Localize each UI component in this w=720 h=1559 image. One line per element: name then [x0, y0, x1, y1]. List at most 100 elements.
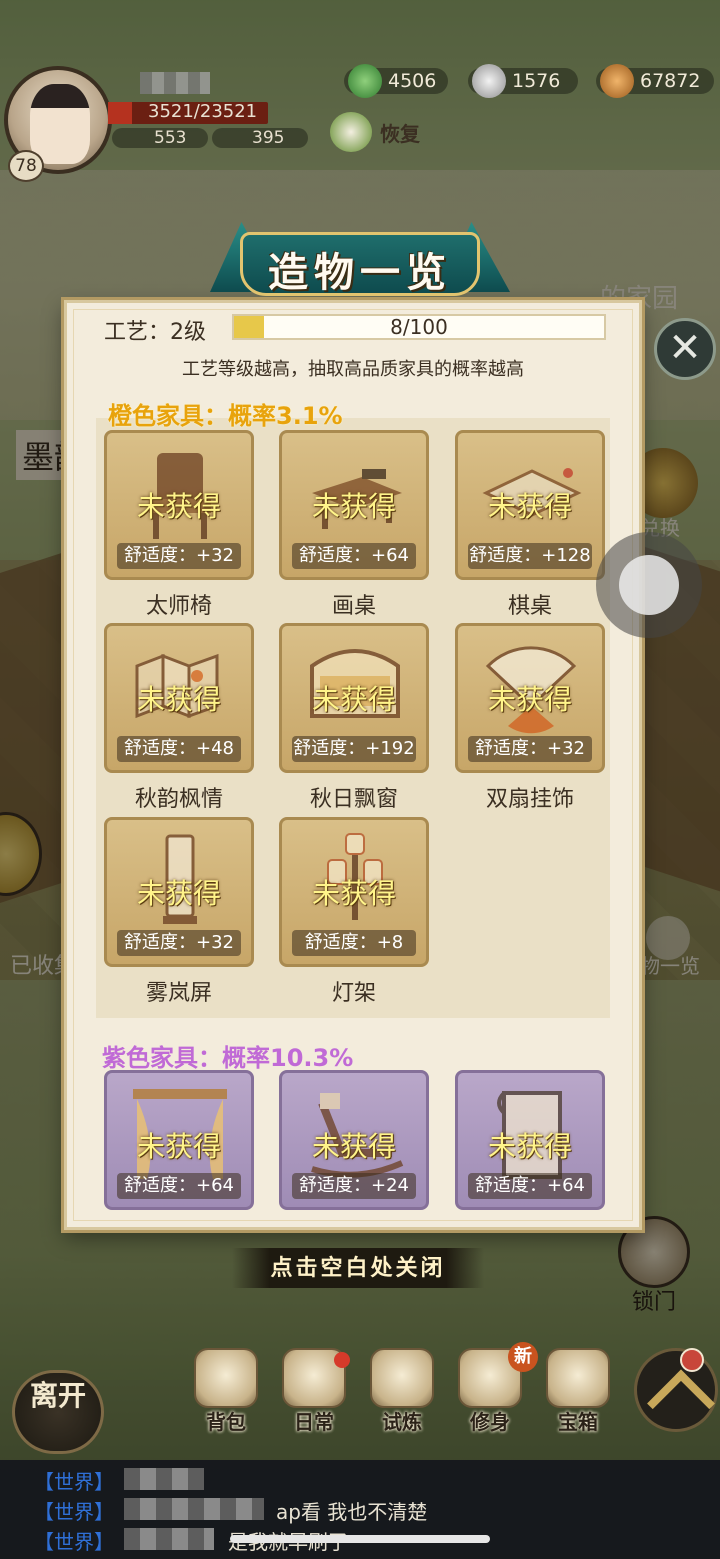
furniture-card[interactable]: 未获得 舒适度：+192 — [279, 623, 429, 773]
furniture-card[interactable]: 未获得 舒适度：+64 — [279, 430, 429, 580]
furniture-card[interactable]: 未获得 舒适度：+24 — [279, 1070, 429, 1210]
card-status: 未获得 — [136, 490, 221, 523]
bag-icon — [194, 1348, 258, 1408]
chat-name-blurred — [124, 1468, 204, 1490]
steamed-bun-icon — [330, 112, 372, 152]
player-name-blurred — [140, 72, 210, 94]
furniture-card[interactable]: 未获得 舒适度：+32 — [104, 817, 254, 967]
chat-message: ap看 我也不清楚 — [276, 1500, 428, 1524]
craft-hint: 工艺等级越高，抽取高品质家具的概率越高 — [182, 359, 524, 380]
card-status: 未获得 — [311, 683, 396, 716]
card-name: 秋韵枫情 — [134, 787, 223, 812]
coins-value: 67872 — [640, 70, 701, 92]
stat-b-value: 395 — [252, 128, 285, 148]
restore-label: 恢复 — [380, 122, 420, 146]
jade-value: 4506 — [388, 70, 437, 92]
card-comfort: 舒适度：+128 — [468, 543, 592, 569]
card-comfort: 舒适度：+48 — [117, 736, 241, 762]
card-name: 雾岚屏 — [145, 981, 212, 1006]
mail-notification-icon[interactable] — [680, 1348, 704, 1372]
chat-channel-tag: 【世界】 — [34, 1470, 114, 1494]
furniture-card[interactable]: 未获得 舒适度：+8 — [279, 817, 429, 967]
card-name: 棋桌 — [507, 594, 552, 619]
card-status: 未获得 — [136, 683, 221, 716]
chat-channel-tag: 【世界】 — [34, 1500, 114, 1524]
new-badge: 新 — [508, 1342, 538, 1372]
hp-text: 3521/23521 — [148, 101, 258, 122]
card-comfort: 舒适度：+64 — [292, 543, 416, 569]
silver-value: 1576 — [512, 70, 561, 92]
coins-icon — [600, 64, 634, 98]
stat-a-value: 553 — [154, 128, 187, 148]
close-icon: ✕ — [668, 325, 702, 371]
card-comfort: 舒适度：+192 — [292, 736, 416, 762]
card-comfort: 舒适度：+64 — [468, 1173, 592, 1199]
furniture-card[interactable]: 未获得 舒适度：+64 — [455, 1070, 605, 1210]
craft-progress-bar: 8/100 — [232, 314, 606, 340]
world-chat-panel[interactable]: 【世界】 【世界】 ap看 我也不清楚 【世界】 是我就早刷了 — [0, 1460, 720, 1559]
card-name: 灯架 — [331, 981, 376, 1006]
nav-chest[interactable]: 宝箱 — [538, 1348, 618, 1434]
nav-label: 修身 — [470, 1410, 510, 1434]
chat-name-blurred — [124, 1498, 264, 1520]
jade-icon — [348, 64, 382, 98]
card-status: 未获得 — [311, 877, 396, 910]
card-status: 未获得 — [136, 877, 221, 910]
sword-icon — [370, 1348, 434, 1408]
furniture-card[interactable]: 未获得 舒适度：+48 — [104, 623, 254, 773]
nav-label: 背包 — [206, 1410, 246, 1434]
craft-level-label: 工艺：2级 — [104, 320, 206, 345]
nav-bag[interactable]: 背包 — [186, 1348, 266, 1434]
card-status: 未获得 — [487, 683, 572, 716]
silver-ingot-icon — [472, 64, 506, 98]
card-status: 未获得 — [487, 1130, 572, 1163]
furniture-card[interactable]: 未获得 舒适度：+64 — [104, 1070, 254, 1210]
furniture-card[interactable]: 未获得 舒适度：+32 — [455, 623, 605, 773]
card-status: 未获得 — [311, 490, 396, 523]
card-name: 双扇挂饰 — [485, 787, 574, 812]
furniture-card[interactable]: 未获得 舒适度：+128 — [455, 430, 605, 580]
card-status: 未获得 — [311, 1130, 396, 1163]
card-name: 秋日飘窗 — [309, 787, 398, 812]
coins-resource[interactable]: 67872 — [596, 64, 714, 98]
daily-notification-dot — [334, 1352, 350, 1368]
tap-blank-to-close-hint: 点击空白处关闭 — [232, 1248, 484, 1288]
nav-label: 日常 — [294, 1410, 334, 1434]
chat-name-blurred — [124, 1528, 214, 1550]
assistive-touch-button[interactable] — [596, 532, 702, 638]
card-comfort: 舒适度：+32 — [117, 930, 241, 956]
furniture-card[interactable]: 未获得 舒适度：+32 — [104, 430, 254, 580]
player-level-badge: 78 — [8, 150, 44, 182]
silver-resource[interactable]: 1576 — [468, 64, 578, 98]
treasure-chest-icon — [546, 1348, 610, 1408]
expand-menu-button[interactable] — [634, 1348, 718, 1432]
close-button[interactable]: ✕ — [654, 318, 716, 380]
card-comfort: 舒适度：+8 — [292, 930, 416, 956]
nav-trial[interactable]: 试炼 — [362, 1348, 442, 1434]
stat-a: 553 — [112, 128, 208, 148]
card-name: 画桌 — [331, 594, 376, 619]
modal-title: 造物一览 — [268, 249, 452, 296]
chat-channel-tag: 【世界】 — [34, 1530, 114, 1554]
card-comfort: 舒适度：+32 — [468, 736, 592, 762]
leave-label: 离开 — [29, 1379, 86, 1412]
restore-button[interactable]: 恢复 — [330, 112, 440, 152]
home-indicator[interactable] — [230, 1535, 490, 1543]
hp-bar-fill — [108, 102, 132, 124]
card-status: 未获得 — [487, 490, 572, 523]
nav-label: 宝箱 — [558, 1410, 598, 1434]
card-comfort: 舒适度：+32 — [117, 543, 241, 569]
stat-b: 395 — [212, 128, 308, 148]
card-comfort: 舒适度：+24 — [292, 1173, 416, 1199]
card-comfort: 舒适度：+64 — [117, 1173, 241, 1199]
card-status: 未获得 — [136, 1130, 221, 1163]
purple-section-title: 紫色家具：概率10.3% — [102, 1044, 354, 1072]
modal-title-banner: 造物一览 — [180, 212, 540, 304]
nav-label: 试炼 — [382, 1410, 422, 1434]
card-name: 太师椅 — [145, 594, 212, 619]
craft-progress-text: 8/100 — [390, 315, 448, 339]
leave-button[interactable]: 离开 — [12, 1370, 104, 1454]
jade-resource[interactable]: 4506 — [344, 64, 448, 98]
orange-section-title: 橙色家具：概率3.1% — [108, 402, 343, 430]
avatar-portrait — [30, 84, 90, 164]
